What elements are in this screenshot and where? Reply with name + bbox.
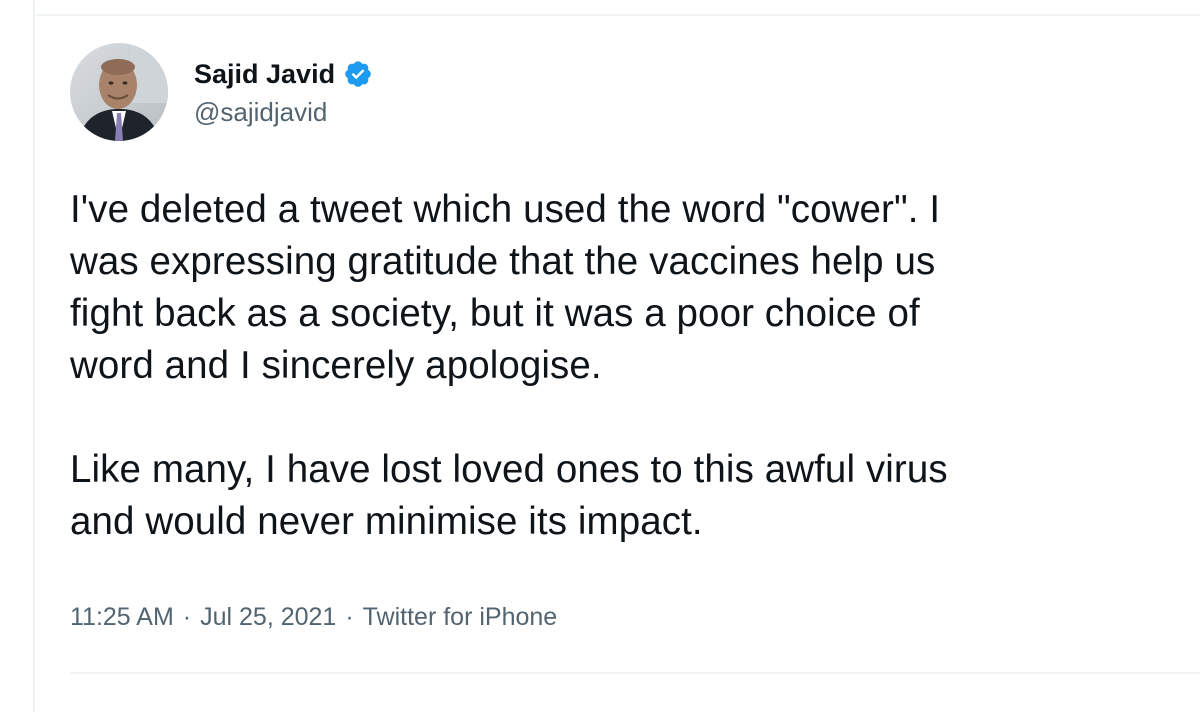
verified-badge-icon [343,59,373,89]
tweet-paragraph: Like many, I have lost loved ones to thi… [70,444,1190,548]
tweet-time[interactable]: 11:25 AM [70,603,174,632]
card-left-border [33,0,35,712]
card-divider [70,672,1200,674]
meta-separator: · [182,603,192,631]
tweet-line: word and I sincerely apologise. [70,344,602,387]
tweet-source[interactable]: Twitter for iPhone [363,603,558,632]
tweet-line: fight back as a society, but it was a po… [70,292,920,335]
tweet-meta: 11:25 AM · Jul 25, 2021 · Twitter for iP… [70,603,557,632]
author-name-row: Sajid Javid [194,54,373,94]
card-top-border [36,14,1200,16]
meta-separator: · [345,603,354,631]
tweet-line: I've deleted a tweet which used the word… [70,188,941,231]
author-display-name[interactable]: Sajid Javid [194,59,335,90]
tweet-date[interactable]: Jul 25, 2021 [200,603,336,632]
tweet-line: Like many, I have lost loved ones to thi… [70,448,948,491]
tweet-line: was expressing gratitude that the vaccin… [70,240,936,283]
tweet-paragraph: I've deleted a tweet which used the word… [70,184,1190,392]
author-handle[interactable]: @sajidjavid [194,97,327,128]
tweet-line: and would never minimise its impact. [70,500,703,543]
author-avatar[interactable] [70,43,168,141]
avatar-photo [70,43,168,141]
tweet-text: I've deleted a tweet which used the word… [70,184,1190,548]
